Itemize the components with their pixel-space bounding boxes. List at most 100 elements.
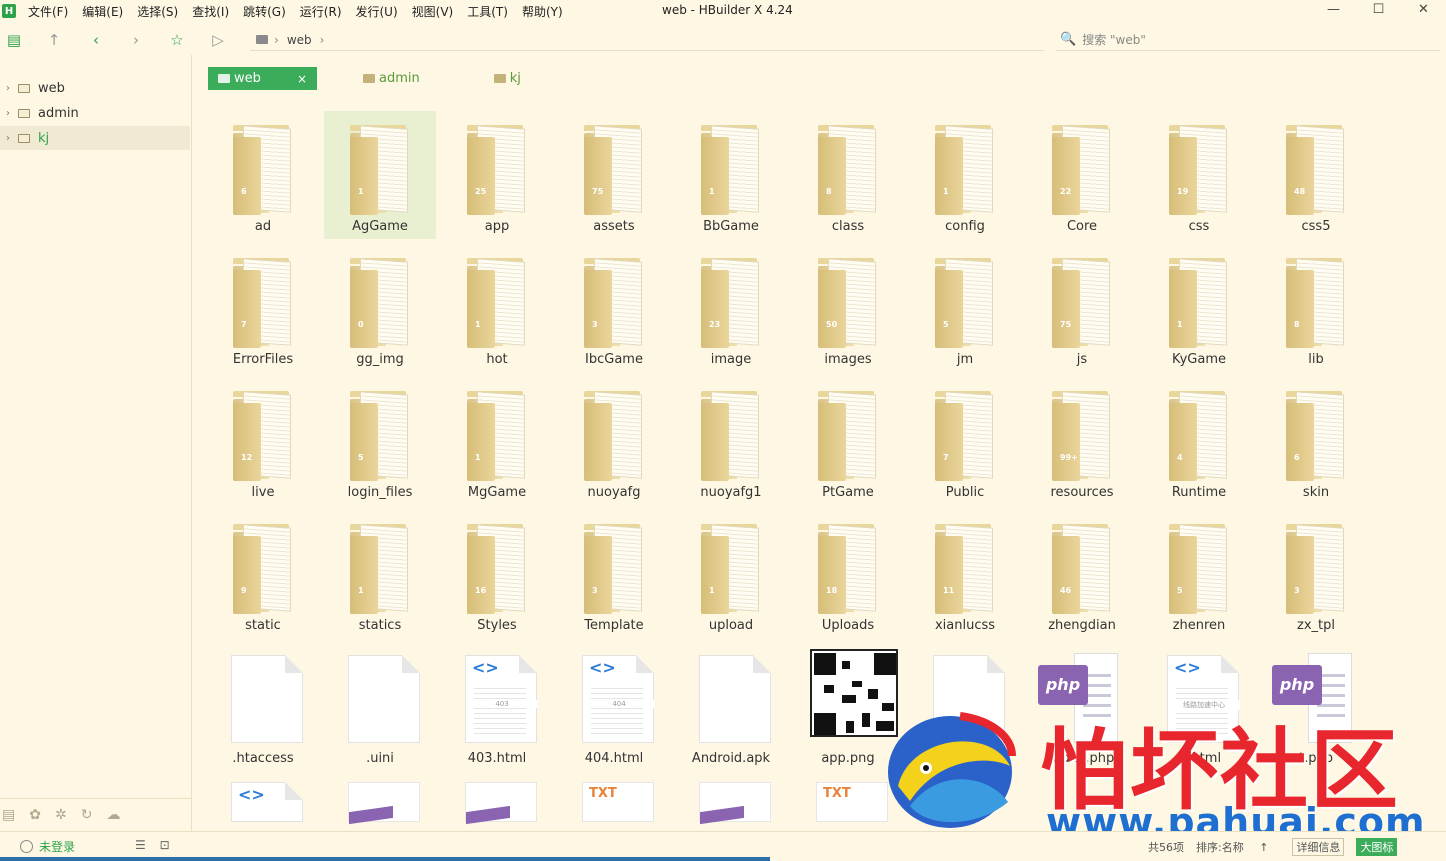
watermark-fish-logo	[888, 712, 1016, 828]
folder-item[interactable]: 6 ad	[207, 111, 319, 239]
sidebar-item-admin[interactable]: › admin	[0, 101, 190, 125]
menu-find[interactable]: 查找(I)	[192, 3, 229, 20]
folder-item[interactable]: 5 login_files	[324, 377, 436, 505]
folder-item[interactable]: 50 images	[792, 244, 904, 372]
new-file-icon[interactable]: ▤	[4, 30, 24, 50]
up-arrow-icon[interactable]: ↑	[44, 30, 64, 50]
back-icon[interactable]: ‹	[86, 30, 106, 50]
detail-view-button[interactable]: 详细信息	[1292, 838, 1345, 856]
file-item[interactable]: <> 403 403.html	[441, 643, 553, 771]
folder-item[interactable]: 3 Template	[558, 510, 670, 638]
menu-goto[interactable]: 跳转(G)	[243, 3, 286, 20]
tab-web[interactable]: web ×	[208, 67, 317, 90]
menu-file[interactable]: 文件(F)	[28, 3, 68, 20]
files-icon[interactable]: ▤	[2, 807, 15, 823]
folder-icon: 8	[818, 125, 878, 215]
folder-item[interactable]: 12 live	[207, 377, 319, 505]
folder-item[interactable]: 75 assets	[558, 111, 670, 239]
folder-item[interactable]: 25 app	[441, 111, 553, 239]
folder-item[interactable]: 4 Runtime	[1143, 377, 1255, 505]
bug-icon[interactable]: ✲	[55, 807, 67, 823]
file-item[interactable]	[441, 776, 553, 831]
folder-item[interactable]: 22 Core	[1026, 111, 1138, 239]
folder-item[interactable]: 8 class	[792, 111, 904, 239]
file-item[interactable]: <> 404 404.html	[558, 643, 670, 771]
folder-item[interactable]: 1 KyGame	[1143, 244, 1255, 372]
folder-item[interactable]: 19 css	[1143, 111, 1255, 239]
menu-publish[interactable]: 发行(U)	[356, 3, 398, 20]
folder-item[interactable]: 16 Styles	[441, 510, 553, 638]
list-icon[interactable]: ☰	[135, 838, 146, 852]
file-item[interactable]	[324, 776, 436, 831]
menu-view[interactable]: 视图(V)	[412, 3, 454, 20]
folder-item[interactable]: PtGame	[792, 377, 904, 505]
sort-selector[interactable]: 排序:名称 ↑	[1196, 839, 1280, 855]
folder-icon: 1	[350, 524, 410, 614]
close-window-button[interactable]: ✕	[1401, 0, 1446, 20]
expand-arrow-icon[interactable]: ›	[0, 83, 16, 94]
plugin-icon[interactable]: ✿	[29, 807, 41, 823]
sidebar-item-kj[interactable]: › kj	[0, 126, 190, 150]
file-item[interactable]	[675, 776, 787, 831]
folder-item[interactable]: 18 Uploads	[792, 510, 904, 638]
login-status[interactable]: 未登录	[20, 838, 75, 855]
folder-item[interactable]: 1 MgGame	[441, 377, 553, 505]
expand-arrow-icon[interactable]: ›	[0, 133, 16, 144]
close-icon[interactable]: ×	[297, 72, 307, 86]
folder-item[interactable]: 1 hot	[441, 244, 553, 372]
maximize-button[interactable]: ☐	[1356, 0, 1401, 20]
folder-item[interactable]: nuoyafg1	[675, 377, 787, 505]
folder-item[interactable]: 7 Public	[909, 377, 1021, 505]
folder-item[interactable]: 8 lib	[1260, 244, 1372, 372]
sidebar-item-web[interactable]: › web	[0, 76, 190, 100]
folder-item[interactable]: 6 skin	[1260, 377, 1372, 505]
file-item[interactable]: .uini	[324, 643, 436, 771]
folder-item[interactable]: 3 zx_tpl	[1260, 510, 1372, 638]
file-item[interactable]: <>	[207, 776, 319, 831]
play-icon[interactable]: ▷	[208, 30, 228, 50]
file-item[interactable]: Android.apk	[675, 643, 787, 771]
folder-item[interactable]: 1 BbGame	[675, 111, 787, 239]
folder-count: 75	[592, 187, 604, 196]
tab-kj[interactable]: kj	[484, 67, 531, 90]
cloud-icon[interactable]: ☁	[106, 807, 120, 823]
folder-item[interactable]: 1 AgGame	[324, 111, 436, 239]
folder-icon	[256, 35, 268, 44]
address-bar[interactable]: › web ›	[250, 29, 1044, 51]
folder-item[interactable]: 7 ErrorFiles	[207, 244, 319, 372]
file-item[interactable]: .htaccess	[207, 643, 319, 771]
large-icon-view-button[interactable]: 大图标	[1356, 838, 1398, 856]
folder-item[interactable]: 75 js	[1026, 244, 1138, 372]
folder-item[interactable]: 99+ resources	[1026, 377, 1138, 505]
file-item[interactable]: TXT	[558, 776, 670, 831]
refresh-icon[interactable]: ↻	[81, 807, 93, 823]
folder-item[interactable]: 0 gg_img	[324, 244, 436, 372]
folder-item[interactable]: 5 zhenren	[1143, 510, 1255, 638]
menu-run[interactable]: 运行(R)	[300, 3, 342, 20]
minimize-button[interactable]: —	[1311, 0, 1356, 20]
folder-item[interactable]: 1 upload	[675, 510, 787, 638]
forward-icon[interactable]: ›	[126, 30, 146, 50]
folder-item[interactable]: 3 IbcGame	[558, 244, 670, 372]
folder-item[interactable]: 11 xianlucss	[909, 510, 1021, 638]
folder-item[interactable]: 46 zhengdian	[1026, 510, 1138, 638]
search-box[interactable]: 🔍 搜索 "web"	[1056, 29, 1440, 51]
folder-item[interactable]: 1 config	[909, 111, 1021, 239]
search-input[interactable]: 搜索 "web"	[1082, 31, 1146, 48]
folder-item[interactable]: nuoyafg	[558, 377, 670, 505]
menu-tools[interactable]: 工具(T)	[467, 3, 508, 20]
folder-item[interactable]: 5 jm	[909, 244, 1021, 372]
progress-strip	[0, 857, 770, 861]
folder-item[interactable]: 1 statics	[324, 510, 436, 638]
folder-item[interactable]: 48 css5	[1260, 111, 1372, 239]
terminal-icon[interactable]: ⊡	[160, 838, 170, 852]
folder-item[interactable]: 9 static	[207, 510, 319, 638]
expand-arrow-icon[interactable]: ›	[0, 108, 16, 119]
menu-select[interactable]: 选择(S)	[137, 3, 178, 20]
breadcrumb-web[interactable]: web	[287, 33, 312, 47]
menu-help[interactable]: 帮助(Y)	[522, 3, 563, 20]
tab-admin[interactable]: admin	[353, 67, 430, 90]
star-icon[interactable]: ☆	[167, 30, 187, 50]
menu-edit[interactable]: 编辑(E)	[82, 3, 123, 20]
folder-item[interactable]: 23 image	[675, 244, 787, 372]
